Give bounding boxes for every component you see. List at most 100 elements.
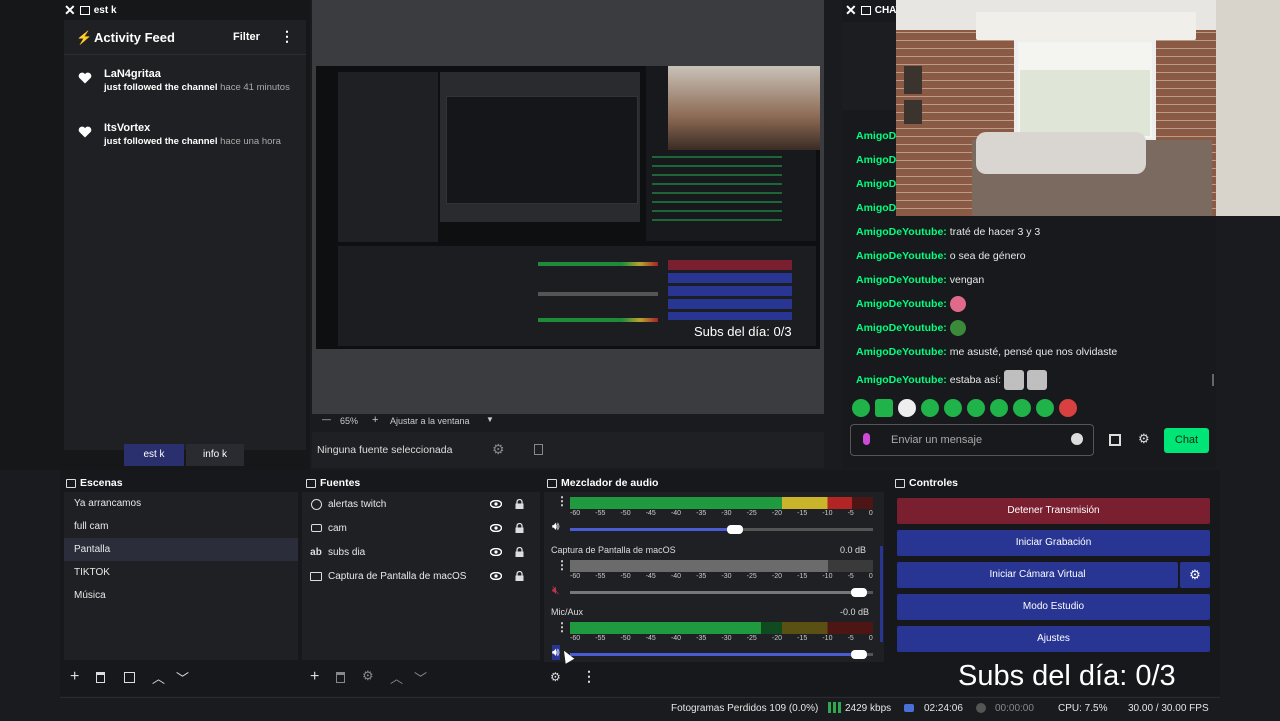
status-bar	[60, 697, 1220, 721]
zoom-out-button[interactable]: —	[322, 414, 331, 424]
fps: 30.00 / 30.00 FPS	[1128, 703, 1209, 714]
tick-label: -20	[771, 510, 782, 517]
emote-icon[interactable]	[1036, 399, 1054, 417]
volume-slider[interactable]	[570, 588, 873, 597]
close-icon[interactable]: ✕	[845, 2, 857, 19]
speaker-icon[interactable]: 🔊︎	[552, 519, 560, 534]
slider-handle[interactable]	[850, 650, 867, 659]
gear-icon[interactable]: ⚙	[1138, 431, 1150, 447]
chat-input[interactable]: Enviar un mensaje	[850, 424, 1094, 456]
slider-handle[interactable]	[726, 525, 743, 534]
controls-title: Controles	[909, 477, 959, 489]
stream-time: 02:24:06	[924, 703, 963, 714]
mixer-menu-icon[interactable]: ⋮	[582, 668, 596, 685]
emote-icon[interactable]	[1059, 399, 1077, 417]
filter-button[interactable]: Filter	[233, 31, 260, 43]
lock-icon[interactable]	[515, 571, 524, 581]
trash-icon[interactable]	[336, 672, 345, 683]
zoom-in-button[interactable]: +	[372, 414, 378, 426]
emoji-icon[interactable]	[1071, 433, 1083, 445]
chevron-down-icon[interactable]: ﹀	[414, 668, 427, 687]
start-recording-button[interactable]: Iniciar Grabación	[897, 530, 1210, 556]
chevron-down-icon[interactable]: ﹀	[176, 668, 189, 687]
chevron-down-icon[interactable]: ▼	[486, 415, 494, 424]
close-icon[interactable]: ✕	[64, 2, 76, 19]
filters-icon[interactable]	[124, 672, 135, 683]
source-item[interactable]: Captura de Pantalla de macOS	[302, 564, 540, 588]
follower-name[interactable]: ItsVortex	[104, 122, 314, 134]
chat-input-placeholder: Enviar un mensaje	[891, 434, 983, 446]
follow-time: hace una hora	[220, 136, 281, 147]
float-icon[interactable]	[79, 6, 90, 15]
dock-float-icon[interactable]	[547, 478, 557, 488]
tab-est-k[interactable]: est k	[124, 444, 184, 466]
scene-item[interactable]: Música	[64, 584, 298, 607]
volume-slider[interactable]	[570, 650, 873, 659]
chat-send-button[interactable]: Chat	[1164, 428, 1209, 453]
channel-menu-icon[interactable]: ⋮	[556, 558, 568, 572]
source-item[interactable]: alertas twitch	[302, 492, 540, 516]
channel-menu-icon[interactable]: ⋮	[556, 494, 568, 508]
add-icon[interactable]: +	[310, 668, 319, 686]
chevron-up-icon[interactable]: ︿	[152, 668, 165, 687]
scene-item[interactable]: TIKTOK	[64, 561, 298, 584]
gear-icon[interactable]: ⚙	[362, 668, 374, 684]
program-preview[interactable]: Subs del día: 0/3	[316, 66, 820, 349]
speaker-muted-icon[interactable]: 🔇︎	[552, 583, 560, 598]
lock-icon[interactable]	[515, 547, 524, 557]
level-meter	[570, 503, 873, 509]
float-icon[interactable]	[860, 6, 871, 15]
mixer-scrollbar[interactable]	[880, 546, 883, 642]
emote-icon[interactable]	[967, 399, 985, 417]
emote-icon[interactable]	[944, 399, 962, 417]
emote-icon[interactable]	[990, 399, 1008, 417]
more-options-icon[interactable]: ⋮	[280, 28, 294, 45]
emote-icon[interactable]	[898, 399, 916, 417]
emote-icon[interactable]	[921, 399, 939, 417]
eye-icon[interactable]	[490, 500, 502, 508]
gear-icon[interactable]: ⚙	[492, 441, 505, 458]
gift-icon[interactable]	[1109, 434, 1121, 446]
scene-item[interactable]: full cam	[64, 515, 298, 538]
filters-icon[interactable]	[534, 444, 543, 455]
channel-menu-icon[interactable]: ⋮	[556, 620, 568, 634]
mixer-settings-icon[interactable]: ⚙	[550, 670, 561, 684]
emote-icon[interactable]	[852, 399, 870, 417]
scene-item-selected[interactable]: Pantalla	[64, 538, 298, 561]
bolt-icon: ⚡	[76, 30, 93, 45]
lock-icon[interactable]	[515, 523, 524, 533]
settings-button[interactable]: Ajustes	[897, 626, 1210, 652]
scenes-toolbar: + ︿ ﹀	[64, 666, 298, 690]
lock-icon[interactable]	[515, 499, 524, 509]
emote-icon[interactable]	[1013, 399, 1031, 417]
stop-stream-button[interactable]: Detener Transmisión	[897, 498, 1210, 524]
mic-icon[interactable]	[863, 433, 870, 445]
heart-icon	[78, 72, 92, 84]
dock-float-icon[interactable]	[895, 478, 905, 488]
dock-float-icon[interactable]	[306, 478, 316, 488]
start-virtual-camera-button[interactable]: Iniciar Cámara Virtual	[897, 562, 1178, 588]
chat-scrollbar[interactable]	[1212, 374, 1214, 386]
eye-icon[interactable]	[490, 572, 502, 580]
scene-item[interactable]: Ya arrancamos	[64, 492, 298, 515]
studio-mode-button[interactable]: Modo Estudio	[897, 594, 1210, 620]
tab-info-k[interactable]: info k	[186, 444, 244, 466]
chat-line-partial: AmigoD	[856, 178, 897, 190]
nested-screen	[446, 96, 638, 204]
source-item[interactable]: cam	[302, 516, 540, 540]
meter-ticks: -60 -55 -50 -45 -40 -35 -30 -25 -20 -15 -10 -5 0	[570, 573, 873, 583]
virtual-camera-settings-button[interactable]: ⚙	[1180, 562, 1210, 588]
eye-icon[interactable]	[490, 524, 502, 532]
volume-slider[interactable]	[570, 525, 873, 534]
dock-float-icon[interactable]	[66, 478, 76, 488]
slider-handle[interactable]	[850, 588, 867, 597]
emote-icon[interactable]	[875, 399, 893, 417]
chevron-up-icon[interactable]: ︿	[390, 668, 403, 687]
tick-label: -5	[847, 635, 854, 642]
trash-icon[interactable]	[96, 672, 105, 683]
eye-icon[interactable]	[490, 548, 502, 556]
fit-window-label[interactable]: Ajustar a la ventana	[390, 416, 470, 426]
source-item[interactable]: ab subs dia	[302, 540, 540, 564]
follower-name[interactable]: LaN4gritaa	[104, 68, 294, 80]
add-icon[interactable]: +	[70, 668, 79, 686]
